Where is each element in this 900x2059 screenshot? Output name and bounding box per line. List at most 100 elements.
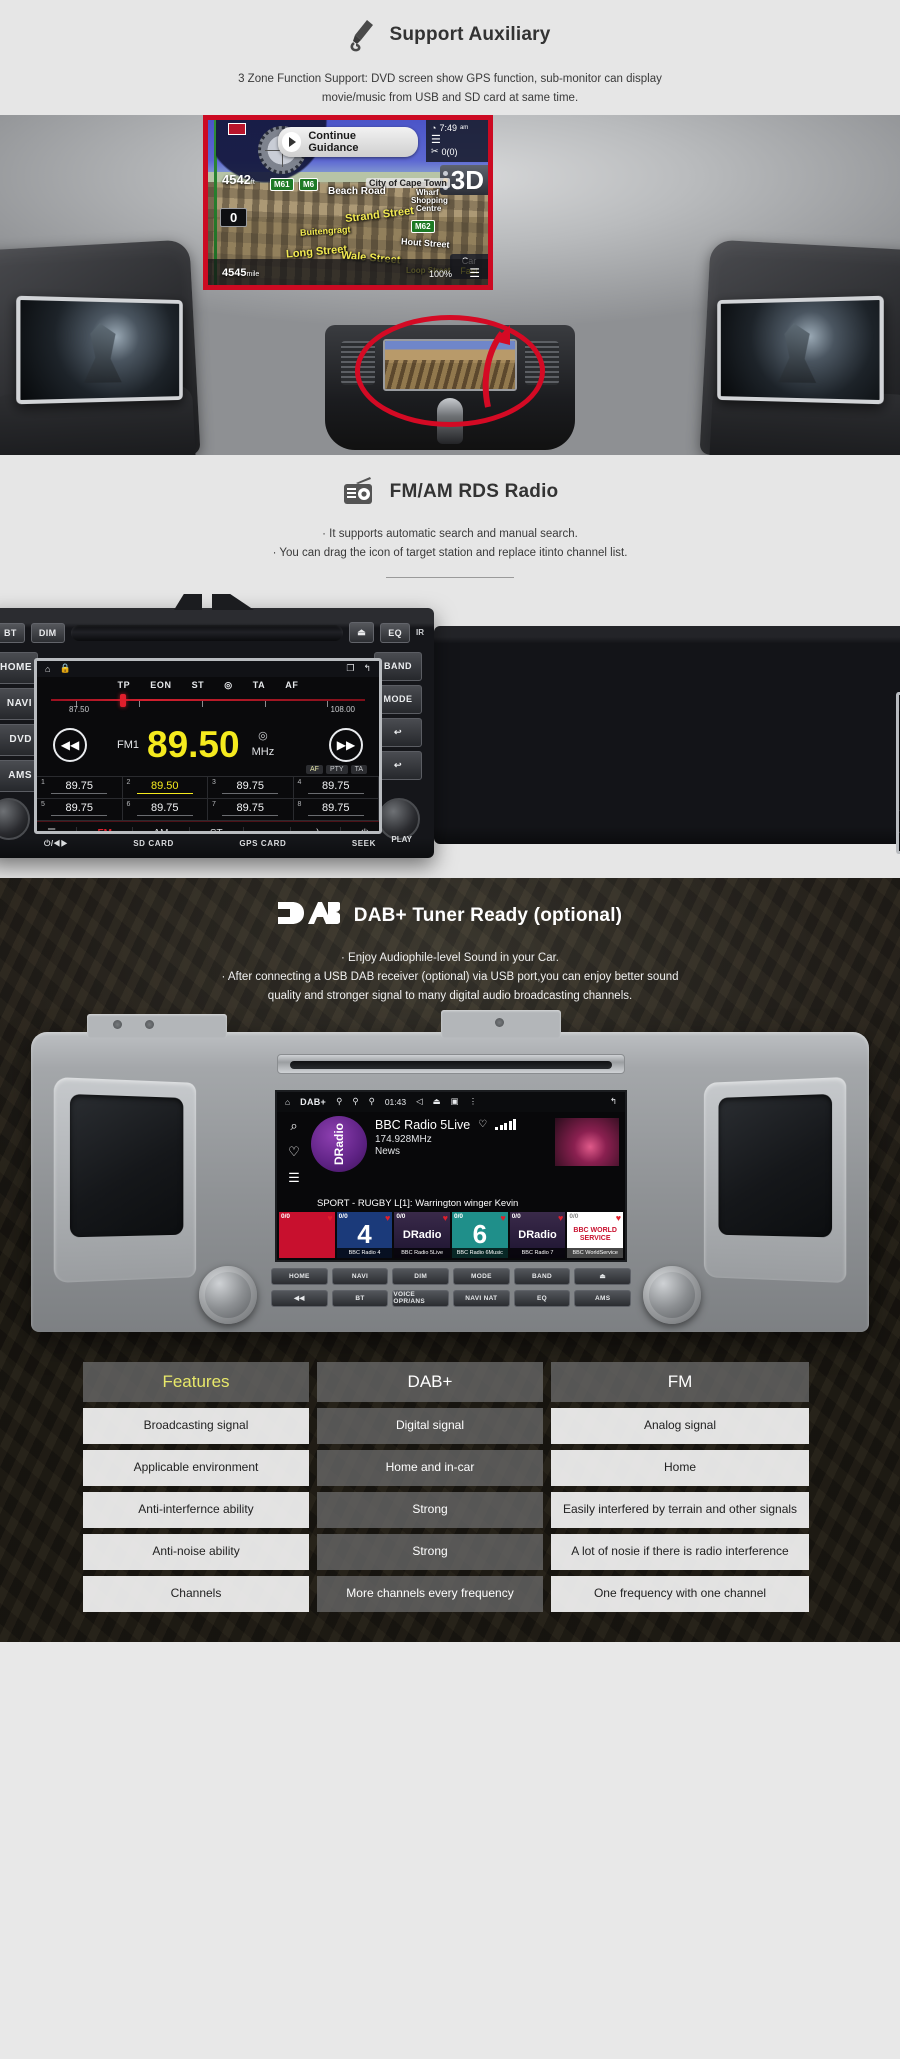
preset-item[interactable]: 589.75 (37, 798, 123, 821)
preset-item[interactable]: 7 89.75 (208, 798, 294, 821)
eject-icon[interactable]: ⏏ (433, 1096, 441, 1107)
eq-button[interactable]: EQ (380, 622, 410, 643)
navi-button[interactable]: NAVI (331, 1267, 389, 1285)
pen-icon (349, 18, 375, 52)
station-tile[interactable]: 0/0 ♥ DRadio BBC Radio 7 (509, 1211, 566, 1258)
tag-af[interactable]: AF (305, 764, 323, 774)
heart-icon[interactable]: ♥ (327, 1213, 332, 1223)
list-row[interactable]: ☰ (431, 133, 483, 146)
bt-button[interactable]: BT (0, 622, 25, 643)
ams-button[interactable]: AMS (0, 759, 38, 792)
bt-button[interactable]: BT (331, 1289, 389, 1307)
search-icon[interactable]: ⌕ (290, 1118, 297, 1134)
mute-icon[interactable]: ◁ (416, 1096, 423, 1107)
support-auxiliary-desc: 3 Zone Function Support: DVD screen show… (0, 70, 900, 108)
station-tile[interactable]: 0/0 ♥ BBC WORLD SERVICE BBC WorldService (567, 1211, 624, 1258)
dab-screen[interactable]: ⌂ DAB+ ⚲ ⚲ ⚲ 01:43 ◁ ⏏ ▣ ⋮ ↰ ⌕ ♡ ☰ DRadi… (275, 1089, 627, 1262)
tuning-knob[interactable] (378, 797, 420, 840)
back-icon[interactable]: ↰ (363, 663, 371, 674)
eq-icon[interactable]: ☰ (47, 828, 56, 831)
st-button[interactable]: ST (210, 828, 223, 831)
fascia-button-row-1: HOME NAVI DIM MODE BAND ⏏ (271, 1267, 632, 1285)
screenshot-icon[interactable]: ▣ (451, 1096, 459, 1107)
preset-item[interactable]: 4 89.75 (293, 776, 379, 799)
rewind-button[interactable]: ◀◀ (271, 1289, 328, 1307)
preset-item[interactable]: 6 89.75 (122, 798, 208, 821)
scale-max: 108.00 (330, 704, 355, 714)
volume-knob[interactable] (199, 1265, 257, 1324)
tag-pty[interactable]: PTY (325, 764, 348, 774)
radio-screen-secondary[interactable]: ❐ TP EON ST ◎ TA AF (896, 691, 900, 854)
back-icon[interactable]: ↰ (610, 1096, 617, 1107)
preset-item[interactable]: 189.75 (37, 776, 123, 799)
product-detail-page: Support Auxiliary 3 Zone Function Suppor… (0, 0, 900, 1642)
tile-caption: BBC Radio 6Music (452, 1247, 508, 1258)
air-vent-left (53, 1076, 197, 1283)
voice-button[interactable]: VOICE OPR/ANS (392, 1289, 450, 1307)
section-support-auxiliary: Support Auxiliary 3 Zone Function Suppor… (0, 0, 900, 123)
view-mode-dots-icon (442, 170, 448, 190)
band-button[interactable]: BAND (513, 1267, 571, 1285)
station-tile[interactable]: 0/0 ♥ 6 BBC Radio 6Music (452, 1211, 508, 1258)
station-tile[interactable]: ♥ 0/0 (279, 1211, 335, 1258)
preset-item[interactable]: 8 89.75 (293, 798, 379, 821)
radio-screen-primary[interactable]: ⌂ 🔒 ❐ ↰ TP EON ST ◎ TA AF 87.50 108.00 ◀… (34, 657, 382, 834)
volume-knob[interactable] (0, 797, 30, 840)
power-icon[interactable]: ⏻ (361, 828, 369, 831)
home-button[interactable]: HOME (271, 1267, 328, 1285)
navi-button[interactable]: NAVI (0, 687, 38, 720)
aux-desc-line1: 3 Zone Function Support: DVD screen show… (238, 73, 662, 85)
station-tile[interactable]: 0/0 ♥ DRadio BBC Radio 5Live (394, 1211, 451, 1258)
station-name: BBC Radio 5Live (375, 1117, 471, 1132)
heart-icon[interactable]: ♥ (616, 1213, 621, 1223)
station-tile[interactable]: 0/0 ♥ 4 BBC Radio 4 (336, 1211, 393, 1258)
clock-suffix: am (459, 125, 469, 131)
preset-item[interactable]: 3 89.75 (208, 776, 294, 799)
prev-station-button[interactable]: ◀◀ (53, 727, 87, 762)
battery-readout: 100% (428, 269, 452, 279)
fm-button[interactable]: FM (98, 828, 112, 831)
eq-button[interactable]: EQ (513, 1289, 571, 1307)
heart-icon[interactable]: ♥ (558, 1213, 563, 1223)
heart-icon[interactable]: ♥ (443, 1213, 448, 1223)
heart-icon[interactable]: ♥ (500, 1213, 505, 1223)
dvd-button[interactable]: DVD (0, 723, 38, 756)
eta-row: ✂ 0(0) (431, 146, 483, 157)
home-button[interactable]: HOME (0, 651, 38, 684)
gps-navigation-screen[interactable]: 4542ft Continue Guidance ◔ 7:49 am ☰ ✂ 0… (203, 115, 493, 290)
continue-guidance-button[interactable]: Continue Guidance (278, 127, 418, 157)
tag-ta[interactable]: TA (350, 764, 367, 774)
mode-button[interactable]: MODE (453, 1267, 510, 1285)
ams-button[interactable]: AMS (574, 1289, 632, 1307)
tile-caption: BBC WorldService (567, 1247, 624, 1258)
preset-value: 89.75 (307, 780, 364, 795)
heart-icon[interactable]: ♡ (478, 1119, 487, 1130)
tuning-scale[interactable]: 87.50 108.00 (51, 692, 365, 714)
dim-button[interactable]: DIM (30, 622, 65, 643)
home-icon[interactable]: ⌂ (285, 1097, 290, 1107)
heart-icon[interactable]: ♥ (385, 1213, 390, 1223)
navi-nat-button[interactable]: NAVI NAT (453, 1289, 510, 1307)
eject-icon[interactable]: ⏏ (349, 622, 375, 644)
am-button[interactable]: AM (153, 828, 168, 831)
preset-number: 4 (297, 778, 302, 786)
cd-slot[interactable] (277, 1053, 625, 1074)
preset-item[interactable]: 2 89.50 (122, 776, 208, 799)
tuning-knob[interactable] (643, 1265, 701, 1324)
comparison-table: Features DAB+ FM Broadcasting signal Dig… (83, 1361, 817, 1642)
album-art (555, 1117, 619, 1166)
heart-icon[interactable]: ♡ (288, 1144, 300, 1160)
eject-icon[interactable]: ⏏ (574, 1267, 632, 1285)
more-icon[interactable]: ⋮ (469, 1096, 478, 1107)
menu-icon[interactable]: ☰ (469, 266, 480, 280)
next-station-button[interactable]: ▶▶ (329, 727, 363, 762)
window-icon[interactable]: ❐ (346, 663, 354, 674)
search-icon[interactable]: ⌕ (264, 828, 270, 831)
home-icon[interactable]: ⌂ (45, 664, 50, 674)
view-mode-toggle[interactable]: 3D (439, 165, 488, 195)
lock-icon[interactable]: 🔒 (59, 663, 70, 674)
dim-button[interactable]: DIM (392, 1267, 450, 1285)
distance-value: 4545 (222, 267, 247, 279)
volume-icon[interactable]: ◂) (311, 828, 319, 831)
list-icon[interactable]: ☰ (288, 1170, 300, 1186)
